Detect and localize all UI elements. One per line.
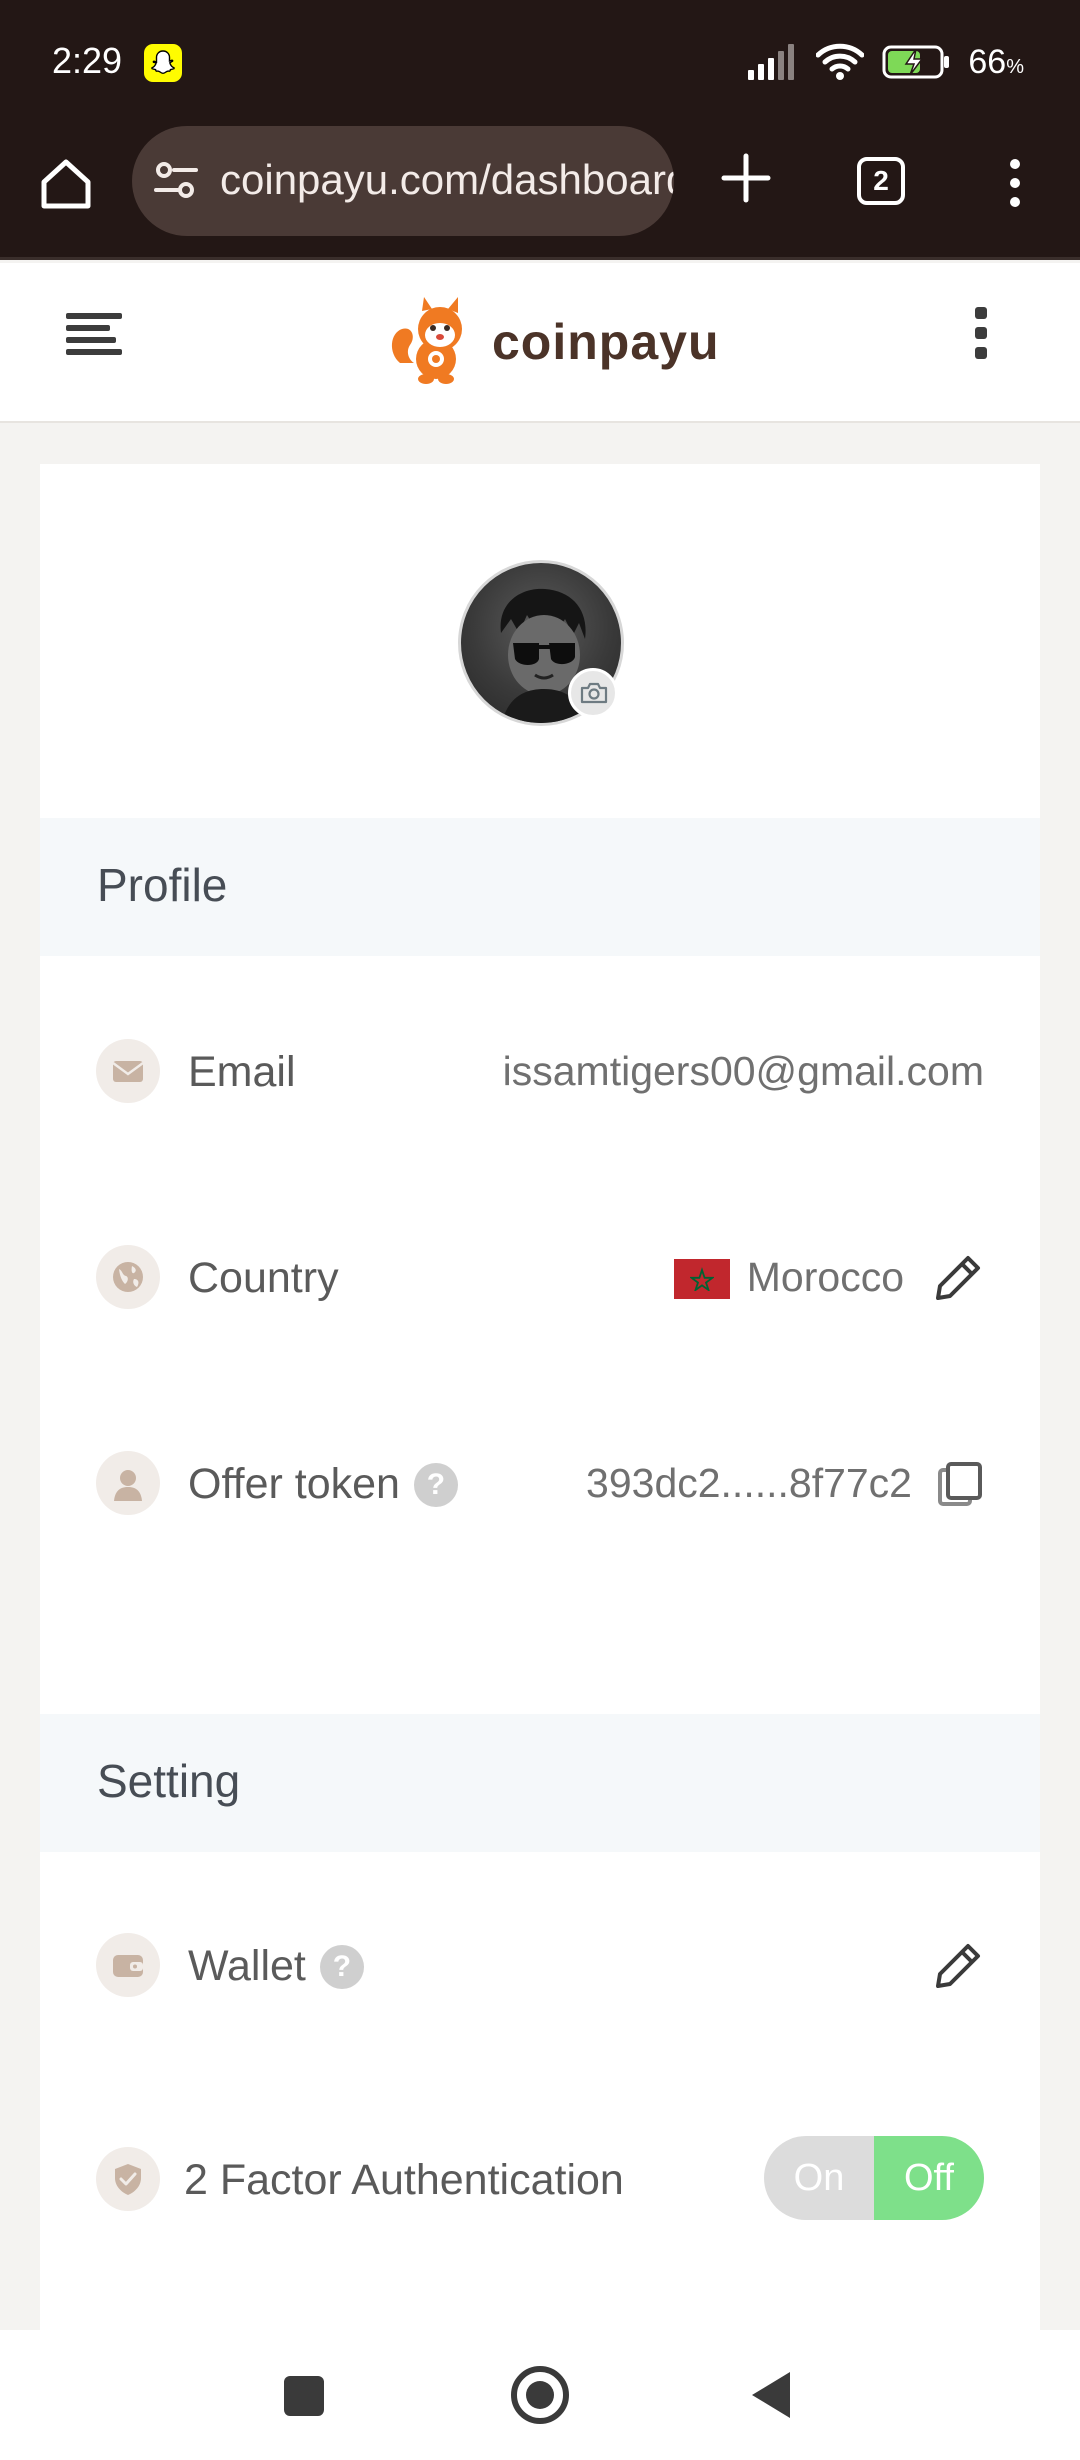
email-label: Email	[188, 1048, 296, 1096]
toggle-on-option[interactable]: On	[764, 2136, 874, 2220]
battery-icon	[882, 45, 950, 79]
copy-icon[interactable]	[936, 1460, 984, 1508]
address-bar[interactable]: coinpayu.com/dashboard	[132, 126, 674, 236]
section-title-setting: Setting	[97, 1755, 241, 1807]
brand-name: coinpayu	[492, 314, 720, 370]
user-icon	[96, 1451, 160, 1515]
offer-token-help-icon[interactable]: ?	[413, 1463, 458, 1507]
status-time: 2:29	[52, 40, 123, 81]
profile-card: Profile Email issamtigers00@gmail.com Co…	[40, 464, 1040, 2340]
country-label: Country	[188, 1254, 339, 1302]
change-photo-button[interactable]	[568, 668, 618, 718]
back-button[interactable]	[752, 2372, 790, 2418]
home-icon[interactable]	[36, 154, 96, 214]
browser-toolbar: coinpayu.com/dashboard 2	[0, 120, 1080, 260]
globe-icon	[96, 1245, 160, 1309]
shield-check-icon	[96, 2147, 160, 2211]
more-menu-icon[interactable]	[1000, 158, 1030, 208]
offer-token-row: Offer token? 393dc2......8f77c2	[40, 1434, 1040, 1534]
new-tab-icon[interactable]	[718, 150, 774, 206]
two-factor-toggle[interactable]: On Off	[764, 2136, 984, 2220]
site-settings-icon[interactable]	[154, 160, 198, 200]
squirrel-mascot-icon	[391, 297, 462, 384]
edit-wallet-pencil-icon[interactable]	[930, 1938, 986, 1994]
wifi-icon	[816, 43, 865, 80]
toggle-off-option[interactable]: Off	[874, 2136, 984, 2220]
coinpayu-logo[interactable]: coinpayu	[386, 293, 718, 393]
wallet-row: Wallet?	[40, 1916, 1040, 2016]
morocco-flag-icon	[674, 1259, 730, 1299]
home-button[interactable]	[511, 2366, 569, 2424]
offer-token-value: 393dc2......8f77c2	[586, 1460, 912, 1506]
profile-section-header: Profile	[40, 818, 1040, 956]
recents-button[interactable]	[284, 2376, 324, 2416]
country-row: Country Morocco	[40, 1228, 1040, 1328]
snapchat-icon	[144, 44, 182, 82]
avatar-container	[458, 560, 624, 726]
wallet-icon	[96, 1933, 160, 1997]
battery-percent: 66%	[968, 42, 1024, 81]
email-value: issamtigers00@gmail.com	[502, 1048, 984, 1094]
edit-country-pencil-icon[interactable]	[930, 1250, 986, 1306]
signal-icon	[748, 44, 795, 80]
site-header: coinpayu	[0, 263, 1080, 423]
setting-section-header: Setting	[40, 1714, 1040, 1852]
system-nav-bar	[0, 2330, 1080, 2460]
tab-switcher-icon[interactable]: 2	[857, 157, 905, 205]
url-text[interactable]: coinpayu.com/dashboard	[220, 156, 674, 204]
hamburger-menu-icon[interactable]	[66, 307, 126, 363]
wallet-help-icon[interactable]: ?	[319, 1945, 364, 1989]
country-value: Morocco	[746, 1254, 904, 1300]
offer-token-label: Offer token?	[188, 1460, 458, 1509]
two-factor-row: 2 Factor Authentication On Off	[40, 2130, 1040, 2230]
tab-count: 2	[873, 165, 889, 196]
section-title-profile: Profile	[97, 859, 228, 911]
wallet-label: Wallet?	[188, 1942, 364, 1991]
email-row: Email issamtigers00@gmail.com	[40, 1022, 1040, 1122]
camera-icon	[580, 682, 608, 704]
two-factor-label: 2 Factor Authentication	[184, 2156, 624, 2204]
site-menu-icon[interactable]	[970, 307, 990, 363]
email-icon	[96, 1039, 160, 1103]
status-bar: 2:29 66%	[0, 0, 1080, 120]
